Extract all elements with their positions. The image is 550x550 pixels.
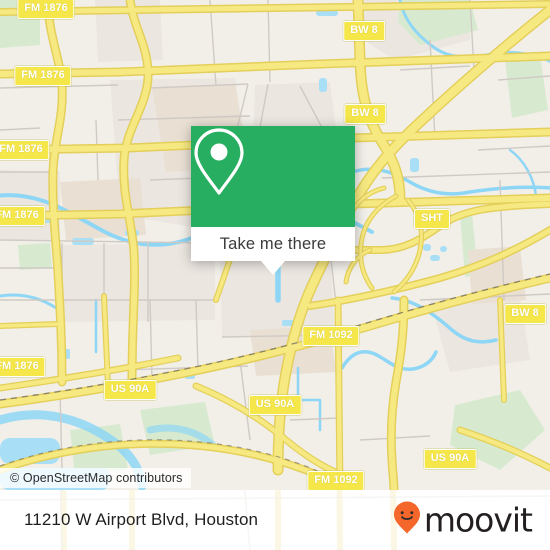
road-shield: FM 1092 [302,326,360,346]
moovit-logo[interactable]: moovit [392,500,533,540]
bottom-bar: 11210 W Airport Blvd, Houston moovit [0,490,550,550]
take-me-there-label: Take me there [219,234,327,253]
road-shield: US 90A [103,380,157,400]
road-shield: BW 8 [343,21,385,41]
callout-tail [261,261,285,275]
map-screen: FM 1876 FM 1876 FM 1876 FM 1876 FM 1876 … [0,0,550,550]
road-shield: FM 1876 [0,357,46,377]
road-shield: BW 8 [344,104,386,124]
osm-attribution[interactable]: © OpenStreetMap contributors [0,468,191,488]
road-shield: FM 1092 [307,471,365,490]
callout-image-area [191,126,355,227]
road-shield: FM 1876 [0,140,50,160]
take-me-there-button[interactable]: Take me there [191,227,355,261]
moovit-pin-icon [392,501,422,540]
address-label: 11210 W Airport Blvd, Houston [24,510,259,529]
road-shield: FM 1876 [17,0,75,19]
moovit-wordmark: moovit [423,500,533,540]
destination-callout[interactable]: Take me there [191,126,355,261]
road-shield: BW 8 [504,304,546,324]
road-shield: FM 1876 [0,206,46,226]
map-canvas[interactable]: FM 1876 FM 1876 FM 1876 FM 1876 FM 1876 … [0,0,550,490]
road-shield: US 90A [248,395,302,415]
road-shield: FM 1876 [14,66,72,86]
road-shield: US 90A [423,449,477,469]
road-shield: SHT [414,209,450,229]
